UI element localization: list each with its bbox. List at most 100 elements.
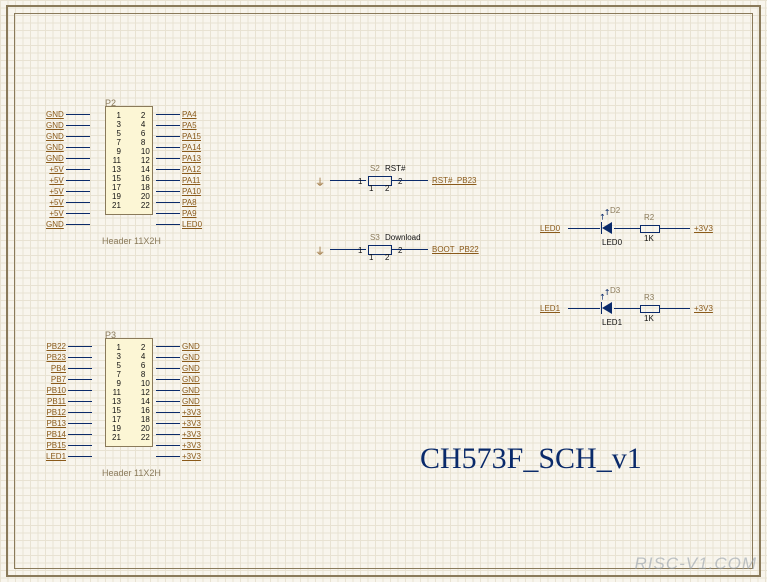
- net-label: GND: [182, 342, 200, 351]
- wire: [156, 169, 180, 170]
- resistor-icon: [640, 225, 660, 233]
- net-row: PB15: [46, 440, 92, 451]
- led-cathode-bar: [601, 222, 602, 234]
- net-label: +3V3: [182, 430, 201, 439]
- pin-num: 14: [141, 165, 150, 174]
- s2-pin2: 2: [398, 177, 402, 186]
- net-label: PA15: [182, 132, 201, 141]
- s3-net: BOOT_PB22: [432, 245, 479, 254]
- header-p3: 12345678910111213141516171819202122: [105, 338, 153, 447]
- net-label: PB23: [46, 353, 66, 362]
- wire: [156, 158, 180, 159]
- d2-name: LED0: [602, 238, 622, 247]
- wire: [68, 390, 92, 391]
- net-label: GND: [46, 143, 64, 152]
- net-row: PB7: [51, 374, 92, 385]
- wire: [568, 228, 600, 229]
- d3-name: LED1: [602, 318, 622, 327]
- led-cathode-bar: [601, 302, 602, 314]
- p3-left-nets: PB22PB23PB4PB7PB10PB11PB12PB13PB14PB15LE…: [46, 341, 92, 462]
- pin-num: 5: [112, 129, 121, 138]
- wire: [156, 456, 180, 457]
- wire: [156, 180, 180, 181]
- wire: [156, 224, 180, 225]
- wire: [66, 213, 90, 214]
- schematic-page: P2 12345678910111213141516171819202122 H…: [0, 0, 767, 582]
- net-label: GND: [46, 132, 64, 141]
- wire: [66, 158, 90, 159]
- pin-num: 12: [141, 156, 150, 165]
- pin-num: 21: [112, 201, 121, 210]
- net-label: PB14: [46, 430, 66, 439]
- net-label: GND: [46, 154, 64, 163]
- net-row: PA11: [156, 175, 200, 186]
- net-label: PB13: [46, 419, 66, 428]
- net-label: PB7: [51, 375, 66, 384]
- p3-body: 12345678910111213141516171819202122: [105, 338, 153, 447]
- s3-pin2: 2: [398, 246, 402, 255]
- wire: [68, 346, 92, 347]
- wire: [156, 390, 180, 391]
- net-row: +3V3: [156, 451, 201, 462]
- p3-right-nets: GNDGNDGNDGNDGNDGND+3V3+3V3+3V3+3V3+3V3: [156, 341, 201, 462]
- wire: [68, 401, 92, 402]
- net-row: PA4: [156, 109, 197, 120]
- net-row: PA8: [156, 197, 197, 208]
- pin-num: 5: [112, 361, 121, 370]
- outer-border: [6, 5, 761, 577]
- wire: [156, 147, 180, 148]
- net-label: +3V3: [182, 419, 201, 428]
- pin-num: 16: [141, 174, 150, 183]
- wire: [156, 346, 180, 347]
- net-label: +5V: [49, 165, 63, 174]
- net-label: PA10: [182, 187, 201, 196]
- wire: [156, 379, 180, 380]
- net-label: GND: [46, 121, 64, 130]
- pin-num: 2: [141, 343, 150, 352]
- wire: [68, 445, 92, 446]
- net-label: +5V: [49, 176, 63, 185]
- wire: [66, 114, 90, 115]
- net-row: GND: [46, 120, 90, 131]
- header-p2: 12345678910111213141516171819202122: [105, 106, 153, 215]
- pin-num: 1: [112, 343, 121, 352]
- net-row: PB23: [46, 352, 92, 363]
- net-row: GND: [46, 142, 90, 153]
- wire: [660, 308, 690, 309]
- net-row: PB10: [46, 385, 92, 396]
- watermark: RISC-V1.COM: [635, 554, 757, 574]
- pin-num: 11: [112, 156, 121, 165]
- d3-net-in: LED1: [540, 304, 560, 313]
- net-row: +5V: [49, 186, 89, 197]
- wire: [156, 125, 180, 126]
- s3-name: Download: [385, 233, 421, 242]
- pin-num: 20: [141, 192, 150, 201]
- wire: [156, 412, 180, 413]
- wire: [156, 357, 180, 358]
- s3-i1: 1: [369, 253, 373, 262]
- wire: [156, 114, 180, 115]
- net-row: +5V: [49, 164, 89, 175]
- pin-num: 13: [112, 165, 121, 174]
- wire: [68, 379, 92, 380]
- r2-ref: R2: [644, 213, 654, 222]
- pin-num: 11: [112, 388, 121, 397]
- net-label: GND: [46, 220, 64, 229]
- net-label: PB12: [46, 408, 66, 417]
- net-label: PB10: [46, 386, 66, 395]
- pin-num: 10: [141, 379, 150, 388]
- net-row: GND: [156, 396, 200, 407]
- net-row: +3V3: [156, 418, 201, 429]
- net-label: PA11: [182, 176, 200, 185]
- net-row: +5V: [49, 197, 89, 208]
- p2-caption: Header 11X2H: [102, 236, 161, 246]
- pin-num: 8: [141, 138, 150, 147]
- pin-num: 10: [141, 147, 150, 156]
- net-row: PB14: [46, 429, 92, 440]
- net-label: GND: [46, 110, 64, 119]
- net-row: GND: [46, 153, 90, 164]
- net-label: GND: [182, 375, 200, 384]
- pin-num: 16: [141, 406, 150, 415]
- pin-num: 22: [141, 433, 150, 442]
- pin-num: 9: [112, 379, 121, 388]
